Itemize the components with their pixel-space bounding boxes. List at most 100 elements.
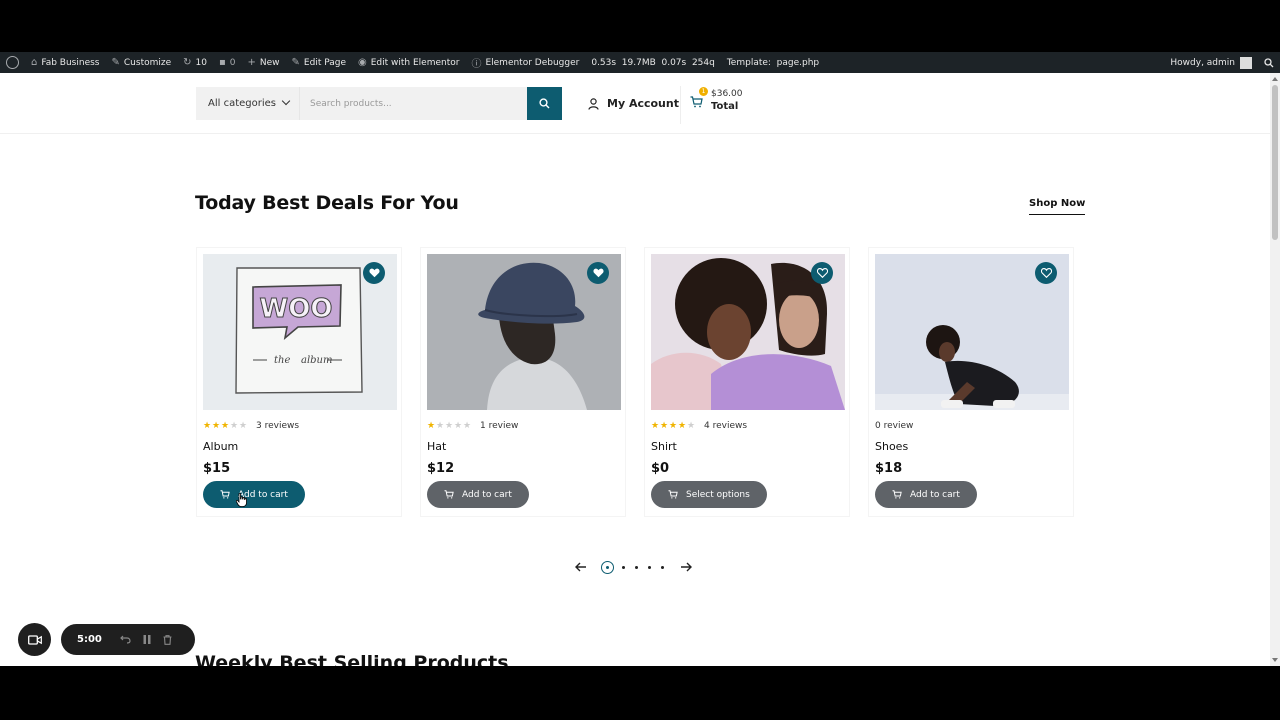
customize-link[interactable]: ✎ Customize: [106, 52, 178, 73]
cart-icon: [220, 490, 230, 499]
review-count[interactable]: 1 review: [480, 421, 518, 431]
search-button[interactable]: [527, 87, 562, 120]
carousel-dot-2[interactable]: [622, 565, 625, 569]
edit-page-link[interactable]: ✎ Edit Page: [286, 52, 352, 73]
undo-icon: [120, 635, 131, 644]
scroll-thumb[interactable]: [1272, 85, 1278, 240]
product-name[interactable]: Shoes: [875, 440, 908, 453]
wordpress-icon: [6, 56, 19, 69]
wishlist-button[interactable]: [811, 262, 833, 284]
my-account-menu[interactable]: Howdy, admin: [1164, 52, 1258, 73]
album-logo-text: WOO: [260, 294, 333, 324]
user-icon: [588, 97, 599, 110]
recording-timer: 5:00: [77, 634, 102, 645]
site-name-link[interactable]: ⌂ Fab Business: [25, 52, 106, 73]
refresh-icon: ↻: [183, 57, 192, 68]
carousel-dot-4[interactable]: [648, 565, 651, 569]
next-arrow-button[interactable]: [679, 560, 693, 574]
cart-count-badge: 1: [699, 87, 708, 96]
album-caption-left: the: [274, 355, 290, 366]
prev-arrow-button[interactable]: [574, 560, 588, 574]
cart-summary: $36.00 Total: [711, 86, 743, 114]
arrow-left-icon: [575, 562, 586, 572]
star-rating: ★ ★ ★ ★ ★: [203, 420, 248, 431]
add-to-cart-button[interactable]: Add to cart: [427, 481, 529, 508]
review-count[interactable]: 3 reviews: [256, 421, 299, 431]
wishlist-button[interactable]: [1035, 262, 1057, 284]
video-camera-icon: [27, 634, 42, 645]
mini-cart[interactable]: 1 $36.00 Total: [680, 86, 743, 124]
wishlist-button[interactable]: [363, 262, 385, 284]
comments-link[interactable]: ▪ 0: [213, 52, 242, 73]
review-count[interactable]: 4 reviews: [704, 421, 747, 431]
product-image-shirt[interactable]: [651, 254, 845, 410]
admin-search-button[interactable]: [1258, 52, 1280, 73]
product-name[interactable]: Album: [203, 440, 238, 453]
wp-logo-menu[interactable]: [0, 52, 25, 73]
select-options-button[interactable]: Select options: [651, 481, 767, 508]
edit-elementor-link[interactable]: ◉ Edit with Elementor: [352, 52, 465, 73]
heart-outline-icon: [816, 268, 828, 278]
browser-viewport: ⌂ Fab Business ✎ Customize ↻ 10 ▪ 0 + New ✎ Ed…: [0, 52, 1280, 666]
template-info[interactable]: Template: page.php: [721, 52, 825, 73]
cart-amount: $36.00: [711, 89, 743, 99]
section-title: Today Best Deals For You: [195, 192, 459, 214]
product-image-shoes[interactable]: [875, 254, 1069, 410]
delete-button[interactable]: [163, 634, 172, 645]
new-content-link[interactable]: + New: [242, 52, 286, 73]
comment-icon: ▪: [218, 57, 226, 68]
wishlist-button[interactable]: [587, 262, 609, 284]
cart-icon: [892, 490, 902, 499]
add-to-cart-button[interactable]: Add to cart: [203, 481, 305, 508]
product-card-album[interactable]: WOO the album ★ ★ ★ ★ ★ 3 reviews Album $15 …: [196, 247, 402, 517]
cart-total-label: Total: [711, 101, 739, 112]
product-name[interactable]: Shirt: [651, 440, 677, 453]
product-image-album[interactable]: WOO the album: [203, 254, 397, 410]
cart-icon: [444, 490, 454, 499]
category-select[interactable]: All categories: [196, 87, 300, 120]
hand-cursor-icon: [235, 492, 247, 511]
shop-now-link[interactable]: Shop Now: [1029, 198, 1086, 215]
elementor-debugger-link[interactable]: ⓘ Elementor Debugger: [465, 52, 585, 73]
query-stats[interactable]: 0.53s 19.7MB 0.07s 254q: [585, 52, 721, 73]
site-header: All categories My Account 1 $36.00 Total: [0, 73, 1270, 134]
product-name[interactable]: Hat: [427, 440, 446, 453]
brush-icon: ✎: [111, 57, 120, 68]
add-to-cart-button[interactable]: Add to cart: [875, 481, 977, 508]
plus-icon: +: [247, 57, 256, 68]
product-card-shoes[interactable]: 0 review Shoes $18 Add to cart: [868, 247, 1074, 517]
avatar: [1240, 56, 1252, 69]
star-rating: ★ ★ ★ ★ ★: [651, 420, 696, 431]
heart-outline-icon: [1040, 268, 1052, 278]
pause-button[interactable]: [143, 635, 151, 644]
rating-row: ★ ★ ★ ★ ★ 1 review: [427, 421, 518, 431]
scroll-up-arrow[interactable]: [1272, 77, 1278, 81]
scroll-down-arrow[interactable]: [1272, 658, 1278, 662]
carousel-dot-1[interactable]: [601, 560, 614, 574]
updates-link[interactable]: ↻ 10: [177, 52, 213, 73]
search-input[interactable]: [300, 87, 527, 120]
rating-row: 0 review: [875, 421, 913, 431]
recorder-controls: 5:00: [61, 624, 195, 655]
carousel-nav: [574, 560, 693, 574]
product-card-shirt[interactable]: ★ ★ ★ ★ ★ 4 reviews Shirt $0 Select options: [644, 247, 850, 517]
product-search: All categories: [196, 87, 562, 120]
page-scrollbar[interactable]: [1270, 73, 1280, 666]
product-card-hat[interactable]: ★ ★ ★ ★ ★ 1 review Hat $12 Add to cart: [420, 247, 626, 517]
rating-row: ★ ★ ★ ★ ★ 4 reviews: [651, 421, 747, 431]
carousel-dot-5[interactable]: [661, 565, 664, 569]
review-count[interactable]: 0 review: [875, 421, 913, 431]
trash-icon: [163, 634, 172, 645]
star-rating: ★ ★ ★ ★ ★: [427, 420, 472, 431]
product-image-hat[interactable]: [427, 254, 621, 410]
chevron-down-icon: [281, 96, 291, 106]
search-icon: [539, 98, 550, 109]
product-price: $12: [427, 461, 455, 476]
undo-button[interactable]: [120, 635, 131, 644]
carousel-dot-3[interactable]: [635, 565, 638, 569]
camera-toggle-button[interactable]: [18, 623, 51, 656]
cart-icon: [690, 96, 703, 108]
my-account-link[interactable]: My Account: [588, 97, 679, 110]
pencil-icon: ✎: [291, 57, 300, 68]
info-icon: ⓘ: [471, 59, 482, 70]
